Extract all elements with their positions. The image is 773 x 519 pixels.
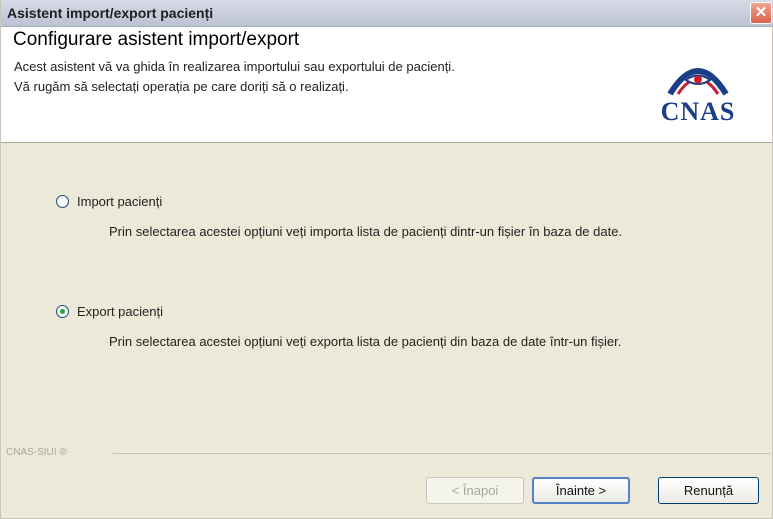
import-description: Prin selectarea acestei opțiuni veți imp… xyxy=(109,224,623,239)
cancel-button[interactable]: Renunță xyxy=(658,477,759,504)
description-line-2: Vă rugăm să selectați operația pe care d… xyxy=(14,79,349,94)
footer-divider xyxy=(113,453,770,454)
back-button[interactable]: < Înapoi xyxy=(426,477,524,504)
next-button[interactable]: Înainte > xyxy=(532,477,630,504)
export-radio[interactable] xyxy=(56,305,69,318)
close-button[interactable]: ✕ xyxy=(750,2,772,24)
close-icon: ✕ xyxy=(754,4,768,21)
import-label[interactable]: Import pacienți xyxy=(77,194,162,209)
page-description: Acest asistent vă va ghida în realizarea… xyxy=(14,57,614,97)
wizard-header: Configurare asistent import/export Acest… xyxy=(1,27,772,143)
export-label[interactable]: Export pacienți xyxy=(77,304,163,319)
page-title: Configurare asistent import/export xyxy=(13,29,300,50)
import-option[interactable]: Import pacienți xyxy=(56,194,162,209)
logo-text: CNAS xyxy=(660,97,736,126)
import-radio[interactable] xyxy=(56,195,69,208)
title-bar[interactable]: Asistent import/export pacienți ✕ xyxy=(1,0,773,27)
wizard-window: Asistent import/export pacienți ✕ Config… xyxy=(0,0,773,519)
window-title: Asistent import/export pacienți xyxy=(7,5,214,21)
description-line-1: Acest asistent vă va ghida în realizarea… xyxy=(14,59,455,74)
cnas-logo-icon: CNAS xyxy=(638,50,758,132)
export-description: Prin selectarea acestei opțiuni veți exp… xyxy=(109,334,622,349)
footer-brand: CNAS-SIUI ® xyxy=(6,447,67,458)
export-option[interactable]: Export pacienți xyxy=(56,304,163,319)
operation-options: Import pacienți Prin selectarea acestei … xyxy=(1,144,772,434)
cnas-logo-graphic xyxy=(667,68,729,96)
